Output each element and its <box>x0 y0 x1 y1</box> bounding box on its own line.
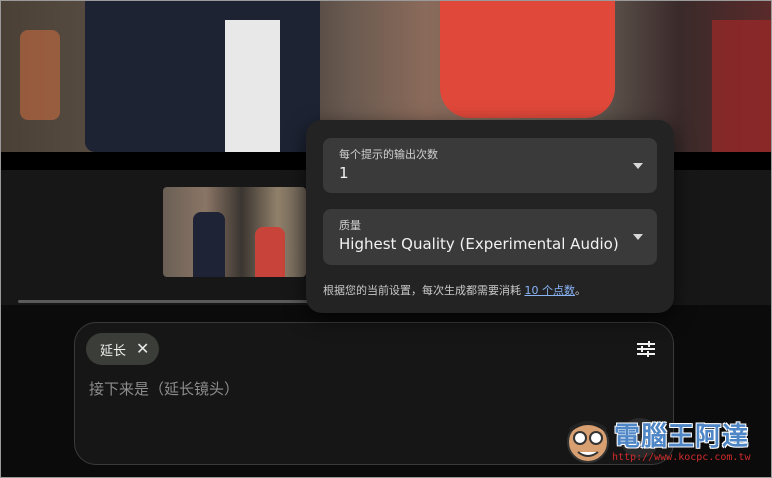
clip-thumbnail[interactable] <box>163 187 306 277</box>
close-icon[interactable]: ✕ <box>136 341 149 357</box>
quality-value: Highest Quality (Experimental Audio) <box>339 235 619 253</box>
thumb-figure-left <box>193 212 225 277</box>
quality-label: 质量 <box>339 219 361 232</box>
watermark-brand: 電腦王阿達 <box>614 422 750 452</box>
extend-chip-label: 延长 <box>100 343 127 359</box>
chevron-down-icon <box>633 163 643 169</box>
extend-chip[interactable]: 延长 ✕ <box>86 333 160 365</box>
credits-info-text: 根据您的当前设置，每次生成都需要消耗 <box>323 284 525 297</box>
credits-info: 根据您的当前设置，每次生成都需要消耗 10 个点数。 <box>323 282 586 298</box>
credits-link[interactable]: 10 个点数 <box>525 284 576 297</box>
video-shirt <box>225 20 280 152</box>
prompt-input[interactable]: 接下来是（延长镜头） <box>89 378 239 399</box>
outputs-select[interactable]: 每个提示的输出次数 1 <box>323 138 657 193</box>
outputs-value: 1 <box>339 164 349 182</box>
outputs-label: 每个提示的输出次数 <box>339 148 438 161</box>
chevron-down-icon <box>633 234 643 240</box>
timeline-scrubber[interactable] <box>18 300 318 303</box>
video-bg-sign <box>712 20 772 152</box>
tune-icon[interactable] <box>636 340 656 358</box>
video-figure-right <box>440 0 615 118</box>
quality-select[interactable]: 质量 Highest Quality (Experimental Audio) <box>323 209 657 265</box>
video-figure-left <box>85 0 320 152</box>
watermark-url: http://www.kocpc.com.tw <box>612 452 751 463</box>
watermark: 電腦王阿達 http://www.kocpc.com.tw <box>562 414 767 470</box>
settings-popup: 每个提示的输出次数 1 质量 Highest Quality (Experime… <box>306 120 674 313</box>
mascot-icon <box>567 421 609 463</box>
thumb-figure-right <box>255 227 285 277</box>
video-bg-object <box>20 30 60 120</box>
credits-info-suffix: 。 <box>575 284 586 297</box>
